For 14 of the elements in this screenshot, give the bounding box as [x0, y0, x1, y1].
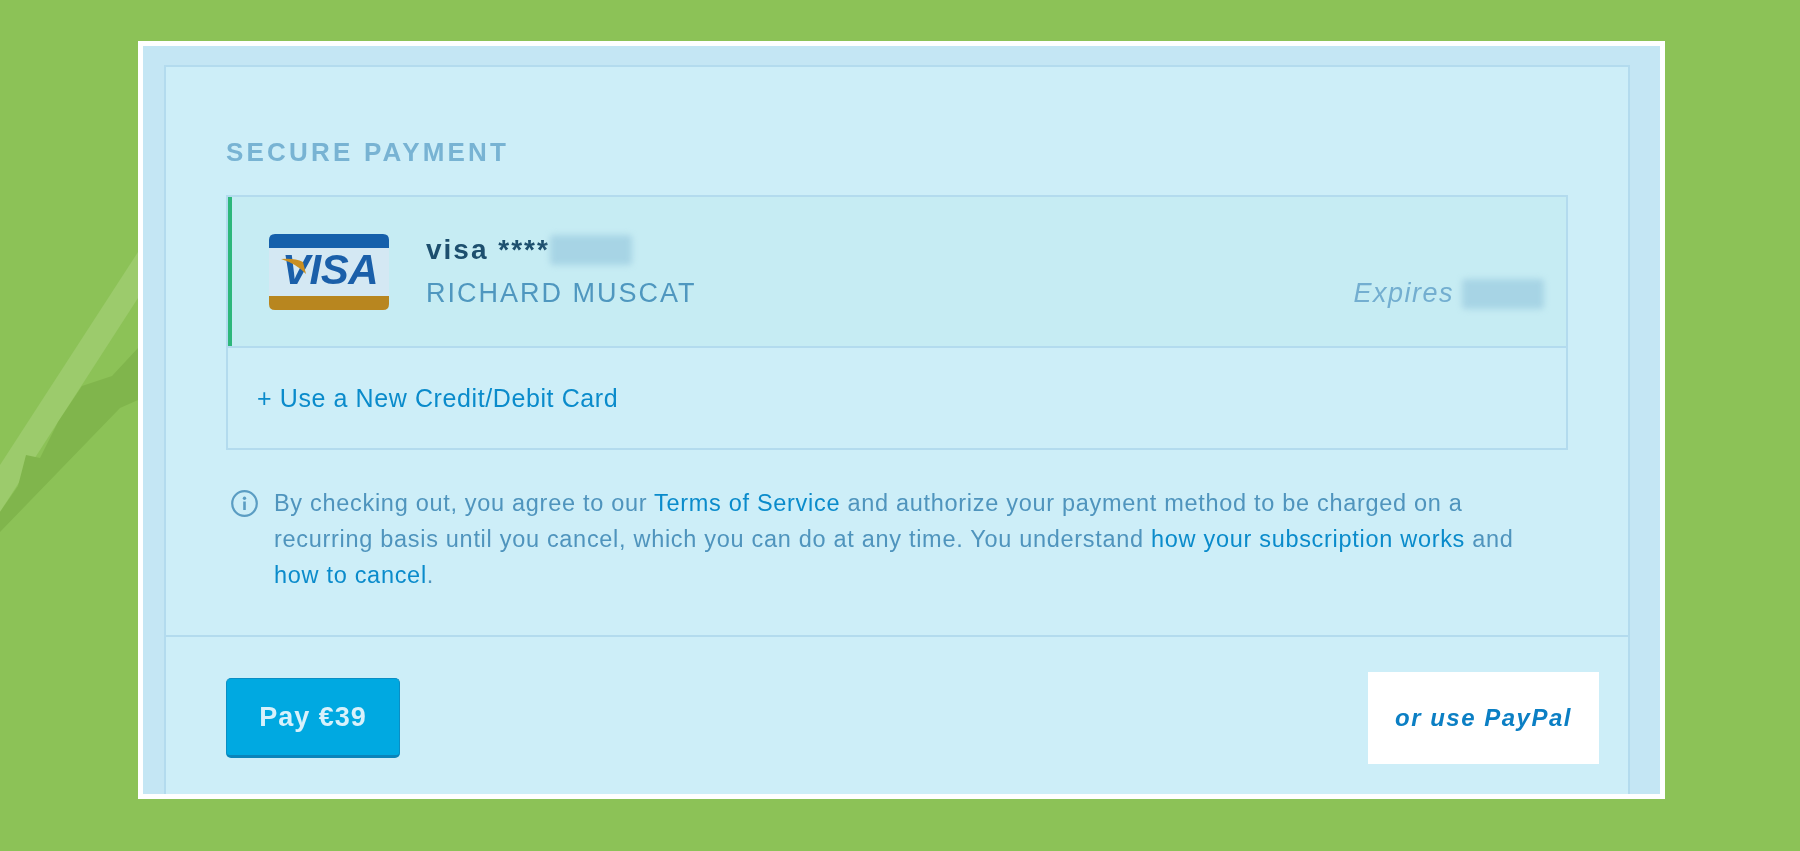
paypal-button[interactable]: or use PayPal	[1368, 672, 1599, 764]
card-logo: VISA	[269, 233, 389, 310]
expiry-label: Expires	[1353, 278, 1454, 309]
saved-card-option[interactable]: VISA visa **** RICHARD MUSCAT Expires	[228, 197, 1566, 346]
cardholder-name: RICHARD MUSCAT	[426, 278, 697, 309]
card-number-label: visa ****	[426, 233, 550, 266]
info-icon	[231, 490, 258, 517]
section-heading: SECURE PAYMENT	[226, 137, 511, 167]
text-link[interactable]: how your subscription works	[1151, 526, 1466, 552]
text-link[interactable]: how to cancel	[274, 562, 427, 588]
new-card-link[interactable]: + Use a New Credit/Debit Card	[257, 383, 619, 413]
terms-notice: By checking out, you agree to our Terms of Service and authorize your payment method to be charged on a recurring basis until you cancel, which you can do at any time. You understand how your subscription works and how to cancel.	[274, 489, 1515, 590]
text-link[interactable]: Terms of Service	[654, 490, 841, 516]
pay-button[interactable]: Pay €39	[226, 678, 400, 758]
